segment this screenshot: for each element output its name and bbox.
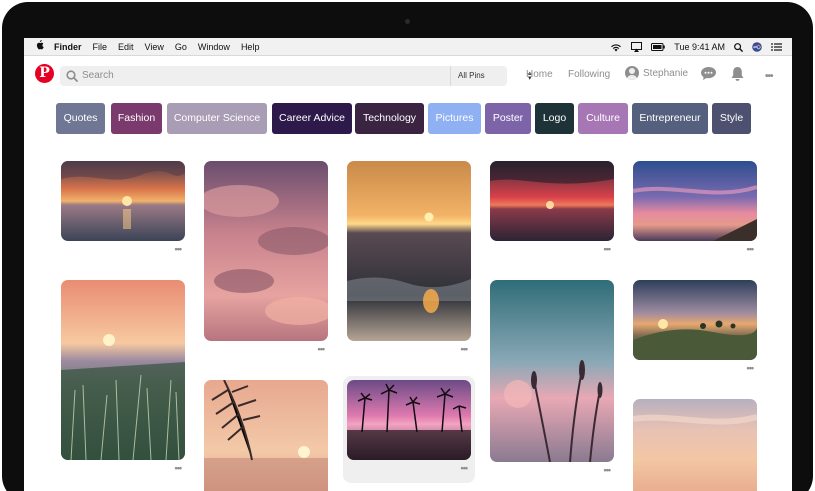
chip-style[interactable]: Style [712, 103, 751, 134]
search-divider [450, 66, 451, 86]
notifications-bell-icon[interactable] [730, 66, 745, 87]
pin-image-blue-pink-sky-coast[interactable] [633, 161, 757, 241]
pin-more-icon[interactable]: ••• [461, 344, 469, 354]
more-options-icon[interactable]: ••• [765, 71, 773, 82]
pin-image-soft-pastel-sky[interactable] [633, 399, 757, 491]
pin-image-red-sea-sunset[interactable] [490, 161, 614, 241]
airplay-icon[interactable] [631, 42, 643, 52]
chip-pictures[interactable]: Pictures [428, 103, 481, 134]
search-icon [66, 70, 78, 82]
status-area: Tue 9:41 AM [610, 38, 782, 56]
camera-dot [405, 19, 410, 24]
pin-card-hovered[interactable]: ••• [343, 376, 475, 483]
menu-window[interactable]: Window [198, 42, 230, 52]
menu-view[interactable]: View [145, 42, 164, 52]
pin-image-misty-hill-sunset[interactable] [633, 280, 757, 360]
pin-card[interactable]: ••• [61, 161, 185, 257]
pin-card[interactable] [633, 399, 757, 491]
chip-career-advice[interactable]: Career Advice [272, 103, 352, 134]
chat-icon[interactable] [700, 66, 717, 86]
user-profile[interactable]: Stephanie [625, 66, 688, 80]
pin-card[interactable]: ••• [490, 161, 614, 257]
pin-card[interactable]: ••• [347, 161, 471, 357]
chip-quotes[interactable]: Quotes [56, 103, 105, 134]
chip-logo[interactable]: Logo [535, 103, 574, 134]
pin-image-sea-sunset-orange[interactable] [61, 161, 185, 241]
app-header: P Search All Pins ▴ ▾ Home Following Step… [24, 57, 792, 93]
menu-help[interactable]: Help [241, 42, 260, 52]
search-bar[interactable]: Search All Pins ▴ ▾ [60, 66, 532, 86]
pinterest-logo[interactable]: P [35, 64, 54, 83]
clock-text[interactable]: Tue 9:41 AM [674, 42, 725, 52]
chip-culture[interactable]: Culture [578, 103, 628, 134]
pin-image-palm-silhouettes-pink[interactable] [347, 380, 471, 460]
battery-icon[interactable] [651, 43, 666, 51]
pin-card[interactable]: ••• [633, 280, 757, 376]
pin-card[interactable]: ••• [61, 280, 185, 476]
pin-image-grass-field-sunset[interactable] [61, 280, 185, 460]
pin-more-icon[interactable]: ••• [461, 463, 469, 473]
pin-image-pink-clouds[interactable] [204, 161, 328, 341]
user-name: Stephanie [643, 67, 689, 79]
chip-technology[interactable]: Technology [355, 103, 424, 134]
nav-following[interactable]: Following [568, 69, 610, 80]
pin-card[interactable]: ••• [633, 161, 757, 257]
menu-finder[interactable]: Finder [54, 42, 82, 52]
apple-icon[interactable] [24, 40, 54, 53]
pin-more-icon[interactable]: ••• [175, 244, 183, 254]
pin-more-icon[interactable]: ••• [747, 363, 755, 373]
chip-poster[interactable]: Poster [485, 103, 531, 134]
pin-card[interactable]: ••• [204, 161, 328, 357]
notification-center-icon[interactable] [771, 43, 782, 51]
pin-card[interactable] [204, 380, 328, 491]
avatar [625, 66, 639, 80]
chip-entrepreneur[interactable]: Entrepreneur [632, 103, 708, 134]
pin-more-icon[interactable]: ••• [175, 463, 183, 473]
menu-edit[interactable]: Edit [118, 42, 134, 52]
menu-go[interactable]: Go [175, 42, 187, 52]
screen: Finder File Edit View Go Window Help Tue… [24, 38, 792, 491]
pin-more-icon[interactable]: ••• [604, 244, 612, 254]
pin-image-golden-sea-sunset[interactable] [347, 161, 471, 341]
spotlight-icon[interactable] [734, 42, 743, 52]
wifi-icon[interactable] [610, 43, 622, 52]
menu-file[interactable]: File [93, 42, 108, 52]
chip-fashion[interactable]: Fashion [111, 103, 162, 134]
pin-more-icon[interactable]: ••• [318, 344, 326, 354]
chip-computer-science[interactable]: Computer Science [167, 103, 267, 134]
search-input[interactable]: Search [82, 70, 114, 81]
siri-icon[interactable] [752, 42, 762, 52]
pin-image-blurred-grass-teal[interactable] [490, 280, 614, 462]
nav-home[interactable]: Home [526, 69, 553, 80]
search-filter-select[interactable]: All Pins [458, 71, 485, 80]
pin-more-icon[interactable]: ••• [604, 465, 612, 475]
menu-bar: Finder File Edit View Go Window Help Tue… [24, 38, 792, 56]
pin-image-palm-leaf-sunset[interactable] [204, 380, 328, 491]
pin-card[interactable]: ••• [490, 280, 614, 478]
pin-more-icon[interactable]: ••• [747, 244, 755, 254]
